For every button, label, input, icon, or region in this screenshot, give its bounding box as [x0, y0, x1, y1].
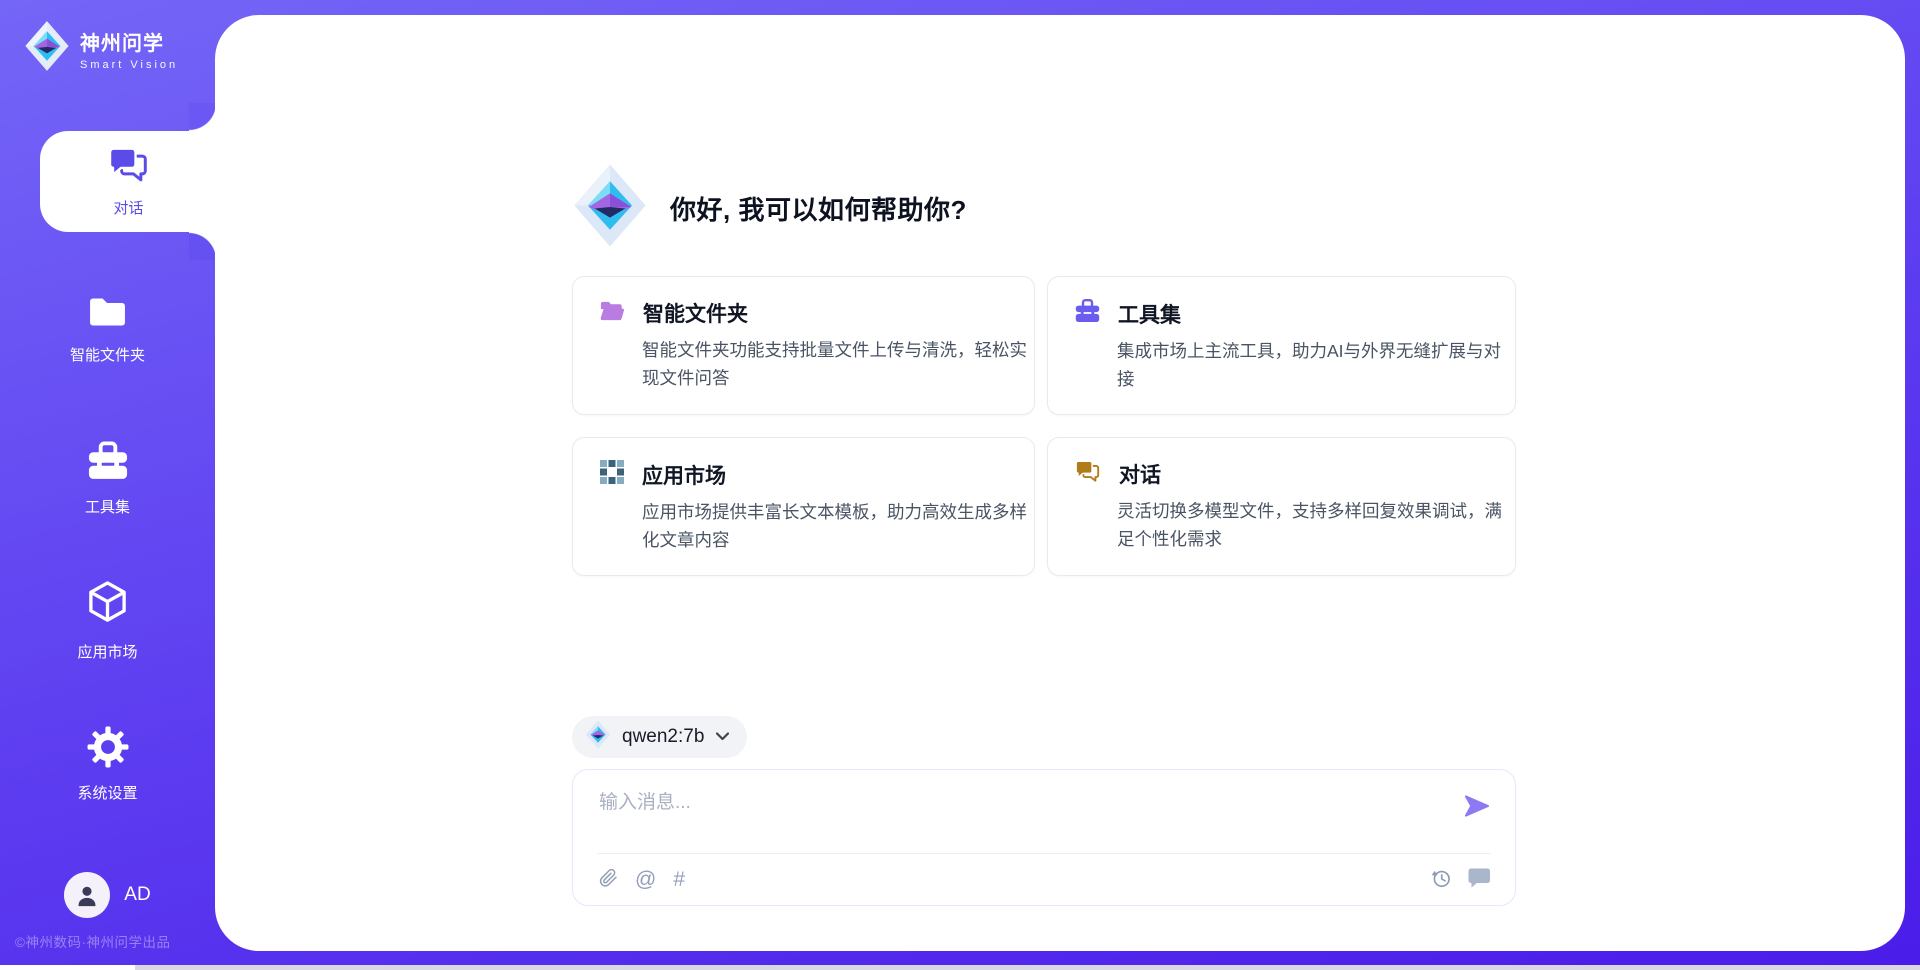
app-root: { "brand": { "name": "神州问学", "subtitle":… — [0, 0, 1920, 970]
model-name: qwen2:7b — [622, 726, 704, 748]
message-composer: @ # — [572, 769, 1516, 906]
card-chat[interactable]: 对话 灵活切换多模型文件，支持多样回复效果调试，满足个性化需求 — [1047, 437, 1516, 576]
card-description: 灵活切换多模型文件，支持多样回复效果调试，满足个性化需求 — [1117, 497, 1517, 553]
cube-icon — [86, 580, 129, 632]
brand-diamond-icon — [24, 20, 70, 77]
topic-button[interactable]: # — [673, 869, 685, 890]
toolbox-icon — [1074, 298, 1101, 329]
main-panel: 你好, 我可以如何帮助你? 智能文件夹 智能文件夹功能支持批量文件上传与清洗，轻… — [215, 15, 1905, 951]
sidebar-item-label: 工具集 — [85, 496, 130, 517]
card-title: 应用市场 — [642, 460, 726, 490]
card-description: 集成市场上主流工具，助力AI与外界无缝扩展与对接 — [1117, 337, 1517, 393]
gear-icon — [87, 726, 129, 773]
model-selector[interactable]: qwen2:7b — [572, 716, 747, 758]
sidebar-item-label: 对话 — [113, 197, 143, 218]
paperclip-icon — [599, 867, 618, 892]
send-icon — [1463, 807, 1490, 822]
greeting-title: 你好, 我可以如何帮助你? — [670, 190, 967, 227]
card-title: 智能文件夹 — [643, 298, 748, 328]
brand-diamond-icon — [585, 720, 611, 754]
user-profile-button[interactable]: AD — [0, 872, 215, 918]
folder-icon — [86, 294, 129, 335]
sidebar: 神州问学 Smart Vision 对话 智能文件夹 — [0, 0, 215, 970]
sidebar-item-toolset[interactable]: 工具集 — [0, 440, 215, 517]
avatar — [64, 872, 110, 918]
chevron-down-icon — [715, 728, 730, 746]
sidebar-item-smart-folder[interactable]: 智能文件夹 — [0, 294, 215, 365]
card-smart-folder[interactable]: 智能文件夹 智能文件夹功能支持批量文件上传与清洗，轻松实现文件问答 — [572, 276, 1035, 415]
card-title: 工具集 — [1118, 299, 1181, 329]
horizontal-scrollbar[interactable] — [0, 965, 1920, 970]
card-app-market[interactable]: 应用市场 应用市场提供丰富长文本模板，助力高效生成多样化文章内容 — [572, 437, 1035, 576]
chat-icon — [1074, 459, 1102, 489]
user-initials: AD — [124, 884, 150, 906]
folder-open-icon — [599, 299, 626, 328]
card-description: 应用市场提供丰富长文本模板，助力高效生成多样化文章内容 — [642, 498, 1042, 554]
copyright-text: ©神州数码·神州问学出品 — [15, 931, 170, 951]
sidebar-item-label: 系统设置 — [77, 782, 137, 803]
toolbox-icon — [86, 440, 130, 487]
attach-file-button[interactable] — [599, 867, 618, 892]
pixel-grid-icon — [599, 459, 625, 490]
sidebar-item-chat[interactable]: 对话 — [40, 131, 217, 232]
at-icon: @ — [635, 869, 656, 890]
message-input[interactable] — [599, 787, 1429, 845]
brand-subtitle: Smart Vision — [80, 59, 178, 71]
comment-icon — [1467, 867, 1491, 892]
sidebar-item-label: 智能文件夹 — [70, 344, 145, 365]
brand-logo: 神州问学 Smart Vision — [24, 20, 178, 77]
hash-icon: # — [673, 869, 685, 890]
card-title: 对话 — [1119, 459, 1161, 489]
feature-cards: 智能文件夹 智能文件夹功能支持批量文件上传与清洗，轻松实现文件问答 工具集 集成… — [572, 276, 1516, 576]
sidebar-item-settings[interactable]: 系统设置 — [0, 726, 215, 803]
chat-icon — [106, 145, 152, 190]
greeting-section: 你好, 我可以如何帮助你? — [572, 163, 967, 253]
scrollbar-track-segment — [0, 965, 135, 970]
sidebar-item-app-market[interactable]: 应用市场 — [0, 580, 215, 662]
send-button[interactable] — [1463, 793, 1490, 822]
history-icon — [1430, 867, 1452, 892]
card-toolset[interactable]: 工具集 集成市场上主流工具，助力AI与外界无缝扩展与对接 — [1047, 276, 1516, 415]
new-chat-button[interactable] — [1467, 867, 1491, 892]
card-description: 智能文件夹功能支持批量文件上传与清洗，轻松实现文件问答 — [642, 336, 1042, 392]
mention-button[interactable]: @ — [635, 869, 656, 890]
sidebar-item-label: 应用市场 — [77, 641, 137, 662]
brand-diamond-icon — [572, 163, 648, 253]
brand-name: 神州问学 — [80, 27, 178, 56]
composer-divider — [597, 853, 1491, 854]
history-button[interactable] — [1430, 867, 1452, 892]
